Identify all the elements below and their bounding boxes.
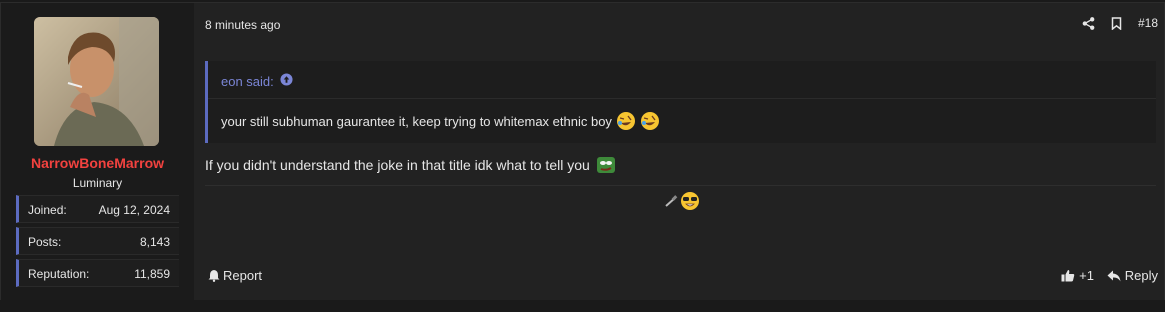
post-message: If you didn't understand the joke in tha… xyxy=(205,155,616,175)
avatar[interactable] xyxy=(34,17,159,146)
report-label[interactable]: Report xyxy=(223,268,262,283)
report-button[interactable]: Report xyxy=(208,268,262,283)
user-info-column: NarrowBoneMarrow Luminary Joined: Aug 12… xyxy=(1,3,194,301)
post-number[interactable]: #18 xyxy=(1138,16,1158,30)
rofl-emoji xyxy=(640,112,659,130)
post-time[interactable]: 8 minutes ago xyxy=(205,18,280,32)
stat-value: 8,143 xyxy=(139,235,170,249)
syringe-emoji xyxy=(665,195,678,207)
reaction-button[interactable]: +1 xyxy=(1061,268,1094,283)
user-title: Luminary xyxy=(72,176,123,190)
reply-button[interactable]: Reply xyxy=(1107,268,1158,283)
post-main: 8 minutes ago #18 eon said: your still s… xyxy=(194,3,1164,301)
message-text: If you didn't understand the joke in tha… xyxy=(205,157,590,173)
page-bottom xyxy=(0,300,1165,312)
reply-label[interactable]: Reply xyxy=(1125,268,1158,283)
cool-face-emoji xyxy=(681,192,699,210)
quote-header: eon said: xyxy=(208,61,1156,99)
quote-author[interactable]: eon said: xyxy=(221,74,274,89)
pepe-emoji xyxy=(596,157,615,173)
signature-divider xyxy=(205,185,1156,186)
username[interactable]: NarrowBoneMarrow xyxy=(1,155,194,171)
rofl-emoji xyxy=(616,112,635,130)
reaction-count[interactable]: +1 xyxy=(1079,268,1094,283)
stat-joined: Joined: Aug 12, 2024 xyxy=(16,195,179,223)
stat-reputation: Reputation: 11,859 xyxy=(16,259,179,287)
stat-posts: Posts: 8,143 xyxy=(16,227,179,255)
quote-author-link[interactable]: eon said: xyxy=(221,73,293,89)
quote-text: your still subhuman gaurantee it, keep t… xyxy=(221,113,612,129)
stat-value: 11,859 xyxy=(134,267,170,281)
signature xyxy=(664,191,700,211)
stat-label: Joined: xyxy=(28,203,67,217)
stat-label: Posts: xyxy=(28,235,62,249)
forum-post: NarrowBoneMarrow Luminary Joined: Aug 12… xyxy=(0,2,1165,302)
thumbs-up-icon xyxy=(1061,270,1075,282)
arrow-up-circle-icon[interactable] xyxy=(280,73,293,89)
quote-block: eon said: your still subhuman gaurantee … xyxy=(205,61,1156,143)
quote-body: your still subhuman gaurantee it, keep t… xyxy=(221,111,660,131)
bookmark-icon[interactable] xyxy=(1110,16,1124,30)
post-actions: #18 xyxy=(1082,16,1158,30)
share-icon[interactable] xyxy=(1082,16,1096,30)
stat-value: Aug 12, 2024 xyxy=(98,203,170,217)
stat-label: Reputation: xyxy=(28,267,90,281)
bell-icon xyxy=(208,270,220,282)
reply-icon xyxy=(1107,270,1121,281)
